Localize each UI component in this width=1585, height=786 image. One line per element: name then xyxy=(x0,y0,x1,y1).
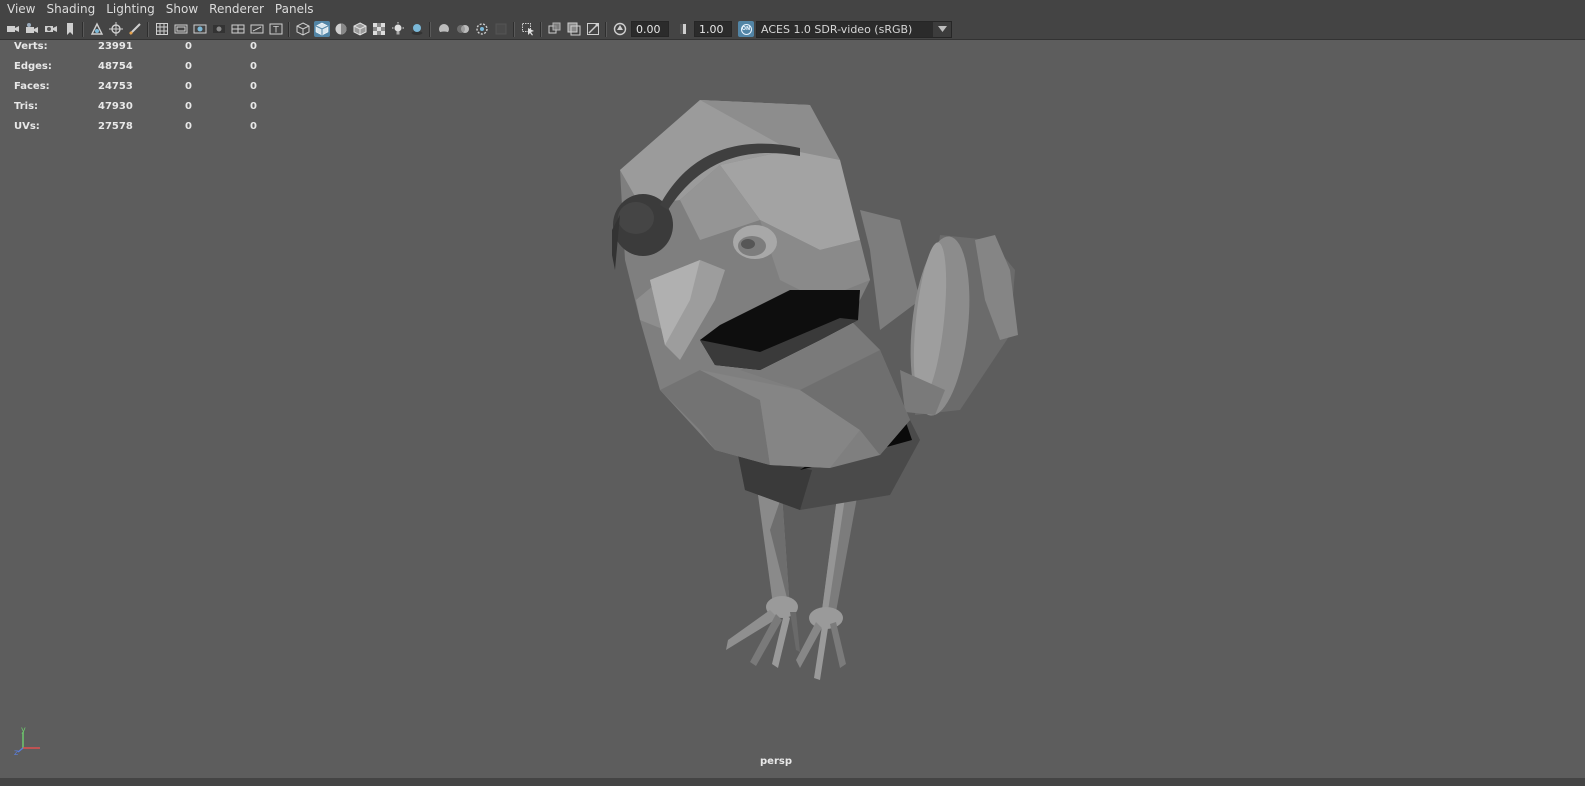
bird-head xyxy=(612,100,910,468)
bird-legs xyxy=(726,490,858,680)
axis-z-label: z xyxy=(14,748,18,756)
axis-y-label: y xyxy=(21,726,26,734)
maya-viewport-panel: View Shading Lighting Show Renderer Pane… xyxy=(0,0,1585,786)
bird-model[interactable] xyxy=(0,0,1585,786)
viewport-bottom-border xyxy=(0,778,1585,786)
camera-name-label: persp xyxy=(760,756,792,767)
axis-gizmo: y z xyxy=(14,726,40,756)
